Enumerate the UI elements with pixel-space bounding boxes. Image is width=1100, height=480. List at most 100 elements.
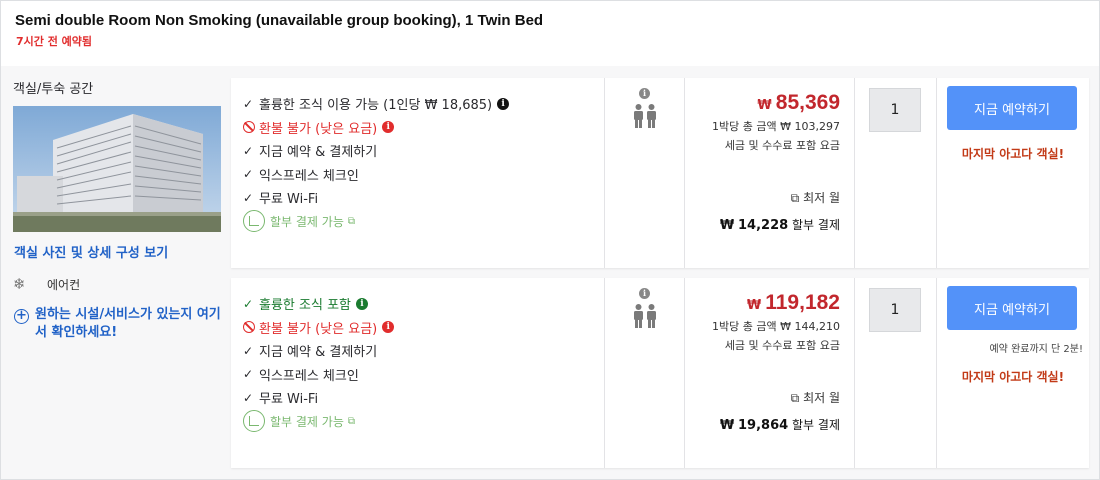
ban-icon — [243, 321, 255, 334]
amenity-label: 에어컨 — [47, 277, 81, 292]
benefit-installment[interactable]: 할부 결제 가능 ⧉ — [243, 410, 394, 434]
check-icon: ✓ — [243, 390, 254, 405]
occupancy-cell: i — [605, 78, 685, 268]
check-icon: ✓ — [243, 96, 254, 111]
benefit-installment[interactable]: 할부 결제 가능 ⧉ — [243, 210, 509, 234]
benefits-cell: ✓ 훌륭한 조식 이용 가능 (1인당 ₩ 18,685) i 환불 불가 (낮… — [231, 78, 605, 268]
benefit-installment-label[interactable]: 할부 결제 가능 — [270, 213, 344, 230]
benefits-list: ✓ 훌륭한 조식 포함 i 환불 불가 (낮은 요금) i ✓ 지금 예약 & … — [243, 292, 395, 434]
price-cell: ₩ 119,182 1박당 총 금액 ₩ 144,210 세금 및 수수료 포함… — [685, 278, 855, 468]
monthly-min-text: 최저 월 — [803, 191, 840, 205]
room-header: Semi double Room Non Smoking (unavailabl… — [1, 1, 1099, 66]
facility-request-link[interactable]: + 원하는 시설/서비스가 있는지 여기서 확인하세요! — [14, 306, 225, 342]
booking-time-note: 예약 완료까지 단 2분! — [989, 344, 1083, 355]
price-block: ₩ 85,369 1박당 총 금액 ₩ 103,297 세금 및 수수료 포함 … — [712, 91, 840, 153]
two-people-icon — [634, 104, 656, 128]
book-now-button[interactable]: 지금 예약하기 — [947, 86, 1077, 130]
room-title: Semi double Room Non Smoking (unavailabl… — [15, 12, 544, 29]
benefit-breakfast-label: 훌륭한 조식 이용 가능 (1인당 ₩ 18,685) — [259, 98, 493, 114]
benefit-pay-now-label: 지금 예약 & 결제하기 — [259, 145, 378, 161]
amenity-item: ❄ 에어컨 — [13, 275, 80, 293]
benefit-refund-label: 환불 불가 (낮은 요금) — [259, 321, 378, 337]
external-link-icon: ⧉ — [790, 191, 800, 205]
external-link-icon: ⧉ — [347, 215, 356, 227]
facility-request-text[interactable]: 원하는 시설/서비스가 있는지 여기서 확인하세요! — [35, 306, 225, 342]
check-icon: ✓ — [243, 343, 254, 358]
benefit-refund: 환불 불가 (낮은 요금) i — [243, 316, 395, 340]
info-icon[interactable]: i — [639, 88, 650, 99]
currency-symbol: ₩ — [757, 98, 772, 113]
check-icon: ✓ — [243, 143, 254, 158]
benefit-breakfast: ✓ 훌륭한 조식 이용 가능 (1인당 ₩ 18,685) i — [243, 92, 510, 116]
info-icon[interactable]: i — [382, 321, 395, 334]
info-icon[interactable]: i — [497, 97, 510, 110]
installment-leaf-icon — [243, 410, 265, 433]
installment-leaf-icon — [243, 210, 265, 233]
room-details-link[interactable]: 객실 사진 및 상세 구성 보기 — [14, 242, 168, 261]
info-icon[interactable]: i — [356, 297, 368, 310]
room-quantity-select[interactable]: 1 — [869, 288, 921, 332]
monthly-currency: ₩ — [719, 218, 735, 233]
info-icon[interactable]: i — [639, 288, 650, 299]
check-icon: ✓ — [243, 367, 254, 382]
price-cell: ₩ 85,369 1박당 총 금액 ₩ 103,297 세금 및 수수료 포함 … — [685, 78, 855, 268]
monthly-amount-line: ₩ 14,228 할부 결제 — [720, 216, 840, 233]
benefits-cell: ✓ 훌륭한 조식 포함 i 환불 불가 (낮은 요금) i ✓ 지금 예약 & … — [231, 278, 605, 468]
benefit-express-label: 익스프레스 체크인 — [259, 368, 359, 384]
installment-block: ⧉ 최저 월 ₩ 14,228 할부 결제 — [720, 189, 840, 233]
check-icon: ✓ — [243, 190, 254, 205]
occupancy-cell: i — [605, 278, 685, 468]
benefit-wifi: ✓ 무료 Wi-Fi — [243, 386, 394, 410]
two-people-icon — [634, 304, 656, 328]
booking-cell: 지금 예약하기 마지막 아고다 객실! — [937, 78, 1089, 268]
benefit-wifi-label: 무료 Wi-Fi — [259, 392, 319, 408]
snowflake-icon: ❄ — [13, 275, 26, 293]
benefits-list: ✓ 훌륭한 조식 이용 가능 (1인당 ₩ 18,685) i 환불 불가 (낮… — [243, 92, 510, 234]
benefit-express: ✓ 익스프레스 체크인 — [243, 163, 509, 187]
info-icon[interactable]: i — [382, 121, 395, 134]
monthly-amount: 19,864 — [738, 418, 789, 433]
monthly-amount-line: ₩ 19,864 할부 결제 — [720, 416, 840, 433]
monthly-suffix: 할부 결제 — [792, 418, 840, 432]
room-photo[interactable] — [13, 106, 221, 232]
benefit-installment-label[interactable]: 할부 결제 가능 — [270, 413, 344, 430]
last-room-notice: 마지막 아고다 객실! — [961, 147, 1065, 161]
tax-included-line: 세금 및 수수료 포함 요금 — [724, 139, 840, 152]
booked-ago-badge: 7시간 전 예약됨 — [16, 35, 93, 48]
external-link-icon: ⧉ — [347, 415, 356, 427]
plus-circle-icon: + — [14, 309, 29, 324]
benefit-express-label: 익스프레스 체크인 — [259, 168, 359, 184]
total-price-line: 1박당 총 금액 ₩ 103,297 — [712, 120, 840, 133]
check-icon: ✓ — [243, 296, 254, 311]
rate-offer: ✓ 훌륭한 조식 이용 가능 (1인당 ₩ 18,685) i 환불 불가 (낮… — [231, 78, 1089, 268]
booking-cell: 지금 예약하기 예약 완료까지 단 2분! 마지막 아고다 객실! — [937, 278, 1089, 468]
benefit-refund: 환불 불가 (낮은 요금) i — [243, 116, 509, 140]
quantity-cell: 1 — [855, 278, 937, 468]
currency-symbol: ₩ — [746, 298, 762, 313]
ban-icon — [243, 121, 255, 134]
monthly-suffix: 할부 결제 — [792, 218, 840, 232]
benefit-refund-label: 환불 불가 (낮은 요금) — [259, 121, 378, 137]
book-now-button[interactable]: 지금 예약하기 — [947, 286, 1077, 330]
tax-included-line: 세금 및 수수료 포함 요금 — [724, 339, 840, 352]
benefit-breakfast: ✓ 훌륭한 조식 포함 i — [243, 292, 394, 316]
monthly-min-label: ⧉ 최저 월 — [720, 189, 840, 206]
room-type-label: 객실/투숙 공간 — [13, 82, 94, 97]
benefit-wifi-label: 무료 Wi-Fi — [259, 192, 319, 208]
price-block: ₩ 119,182 1박당 총 금액 ₩ 144,210 세금 및 수수료 포함… — [712, 291, 840, 353]
price-amount: 119,182 — [765, 291, 840, 314]
quantity-cell: 1 — [855, 78, 937, 268]
external-link-icon: ⧉ — [790, 391, 800, 405]
monthly-amount: 14,228 — [738, 218, 789, 233]
benefit-pay-now-label: 지금 예약 & 결제하기 — [259, 345, 378, 361]
benefit-wifi: ✓ 무료 Wi-Fi — [243, 186, 509, 210]
room-quantity-select[interactable]: 1 — [869, 88, 921, 132]
benefit-pay-now: ✓ 지금 예약 & 결제하기 — [243, 339, 394, 363]
benefit-pay-now: ✓ 지금 예약 & 결제하기 — [243, 139, 509, 163]
benefit-breakfast-label: 훌륭한 조식 포함 — [259, 298, 351, 314]
installment-block: ⧉ 최저 월 ₩ 19,864 할부 결제 — [720, 389, 840, 433]
price-per-night: ₩ 85,369 — [712, 91, 840, 115]
monthly-min-text: 최저 월 — [803, 391, 840, 405]
check-icon: ✓ — [243, 167, 254, 182]
price-amount: 85,369 — [775, 91, 840, 114]
